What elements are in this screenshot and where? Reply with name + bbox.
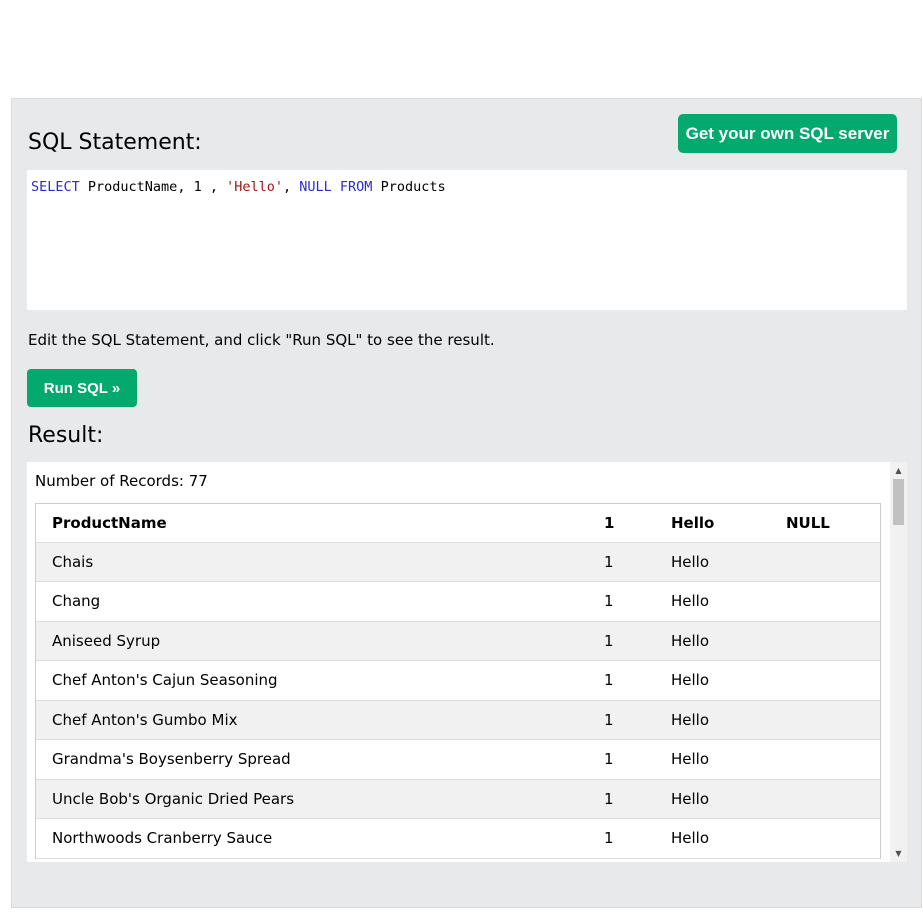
result-scrollbar[interactable]: ▲ ▼ (890, 462, 907, 862)
sql-tryit-panel: Get your own SQL server SQL Statement: S… (11, 98, 922, 908)
table-row: Northwoods Cranberry Sauce 1 Hello (36, 818, 880, 859)
table-cell: Uncle Bob's Organic Dried Pears (36, 779, 576, 819)
table-row: Grandma's Boysenberry Spread 1 Hello (36, 739, 880, 780)
table-cell (770, 660, 880, 701)
result-heading: Result: (28, 423, 104, 448)
sql-text: ProductName, 1 , (79, 179, 227, 195)
record-count: Number of Records: 77 (35, 472, 208, 490)
table-cell (770, 700, 880, 740)
result-area[interactable]: Number of Records: 77 ProductName 1 Hell… (27, 462, 907, 862)
column-header: Hello (655, 504, 770, 543)
column-header: 1 (576, 504, 655, 543)
sql-editor[interactable]: SELECT ProductName, 1 , 'Hello', NULL FR… (27, 170, 907, 310)
scrollbar-thumb[interactable] (893, 479, 904, 525)
table-cell: 1 (576, 739, 655, 780)
table-row: Chang 1 Hello (36, 581, 880, 622)
table-cell (770, 818, 880, 859)
table-cell: Hello (655, 779, 770, 819)
result-table-wrapper: ProductName 1 Hello NULL Chais 1 Hello Chan… (35, 503, 881, 859)
table-cell: 1 (576, 581, 655, 622)
table-cell: Chais (36, 542, 576, 582)
instructions-text: Edit the SQL Statement, and click "Run S… (28, 331, 495, 349)
sql-text: , (283, 179, 300, 195)
get-own-sql-server-button[interactable]: Get your own SQL server (678, 114, 897, 153)
table-row: Chef Anton's Gumbo Mix 1 Hello (36, 700, 880, 740)
table-cell: Grandma's Boysenberry Spread (36, 739, 576, 780)
table-cell: 1 (576, 660, 655, 701)
sql-statement-heading: SQL Statement: (28, 130, 202, 155)
table-row: Chais 1 Hello (36, 542, 880, 582)
sql-keyword: FROM (339, 179, 373, 195)
sql-keyword: SELECT (31, 179, 80, 195)
table-cell: 1 (576, 818, 655, 859)
result-table: ProductName 1 Hello NULL Chais 1 Hello Chan… (36, 504, 880, 859)
column-header: ProductName (36, 504, 576, 543)
table-cell (770, 621, 880, 661)
table-cell: 1 (576, 542, 655, 582)
table-row: Uncle Bob's Organic Dried Pears 1 Hello (36, 779, 880, 819)
sql-keyword: NULL (299, 179, 332, 195)
scroll-down-arrow-icon[interactable]: ▼ (890, 845, 907, 862)
column-header: NULL (770, 504, 880, 543)
table-cell: Hello (655, 818, 770, 859)
sql-string: 'Hello' (226, 179, 283, 195)
table-cell: Aniseed Syrup (36, 621, 576, 661)
table-cell: Northwoods Cranberry Sauce (36, 818, 576, 859)
run-sql-button[interactable]: Run SQL » (27, 369, 137, 407)
table-cell: Hello (655, 621, 770, 661)
sql-text: Products (372, 179, 446, 195)
table-row: Chef Anton's Cajun Seasoning 1 Hello (36, 660, 880, 701)
table-cell: 1 (576, 779, 655, 819)
scroll-up-arrow-icon[interactable]: ▲ (890, 462, 907, 479)
table-cell (770, 739, 880, 780)
table-cell: Hello (655, 581, 770, 622)
table-cell: Hello (655, 542, 770, 582)
table-header-row: ProductName 1 Hello NULL (36, 504, 880, 543)
table-row: Aniseed Syrup 1 Hello (36, 621, 880, 661)
table-cell (770, 542, 880, 582)
table-cell: Chef Anton's Gumbo Mix (36, 700, 576, 740)
table-cell: Hello (655, 660, 770, 701)
table-cell: 1 (576, 700, 655, 740)
table-cell: 1 (576, 621, 655, 661)
table-cell: Chang (36, 581, 576, 622)
table-cell (770, 581, 880, 622)
table-cell: Hello (655, 700, 770, 740)
table-cell (770, 779, 880, 819)
table-cell: Chef Anton's Cajun Seasoning (36, 660, 576, 701)
table-cell: Hello (655, 739, 770, 780)
